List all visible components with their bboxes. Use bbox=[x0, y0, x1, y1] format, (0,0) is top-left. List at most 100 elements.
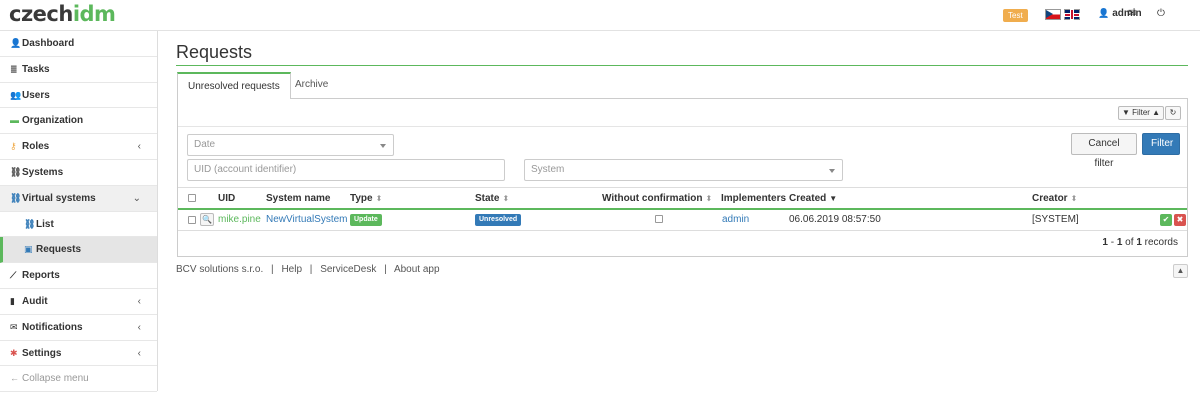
system-filter-placeholder: System bbox=[531, 164, 565, 175]
sort-icon: ⬍ bbox=[1070, 194, 1078, 203]
sort-icon: ⬍ bbox=[375, 194, 383, 203]
apply-filter-button[interactable]: Filter bbox=[1142, 133, 1180, 155]
column-header-type[interactable]: Type ⬍ bbox=[350, 193, 382, 204]
sort-icon: ⬍ bbox=[705, 194, 713, 203]
user-icon: 👤 bbox=[10, 38, 22, 48]
records-count: 1 - 1 of 1 records bbox=[1102, 237, 1178, 248]
filter-form: Date Cancel filter Filter UID (account i… bbox=[178, 127, 1187, 188]
uid-filter-placeholder: UID (account identifier) bbox=[194, 164, 297, 175]
envelope-icon[interactable]: ✉ bbox=[1128, 8, 1136, 19]
sidebar-item-label: Dashboard bbox=[22, 38, 75, 49]
caret-up-icon: ▲ bbox=[1152, 108, 1161, 117]
cog-icon: ✱ bbox=[10, 347, 18, 358]
sidebar-item-organization[interactable]: ▬ Organization bbox=[0, 108, 157, 135]
sidebar-item-label: Collapse menu bbox=[22, 373, 89, 385]
collapse-menu-button[interactable]: ← Collapse menu bbox=[0, 366, 157, 393]
scroll-to-top-button[interactable]: ▲ bbox=[1173, 264, 1188, 278]
sidebar-item-settings[interactable]: ✱ Settings ‹ bbox=[0, 341, 157, 367]
chevron-left-icon: ‹ bbox=[137, 141, 141, 153]
without-confirmation-checkbox bbox=[655, 215, 663, 223]
requests-panel: ▼ Filter ▲ ↻ Date Cancel filter Filter U… bbox=[177, 99, 1188, 257]
column-label: Type bbox=[350, 193, 373, 204]
realize-button[interactable]: ✔ bbox=[1160, 214, 1172, 226]
column-header-system-name: System name bbox=[266, 193, 330, 204]
row-detail-button[interactable]: 🔍 bbox=[200, 213, 214, 226]
title-divider bbox=[176, 65, 1188, 66]
sidebar-item-reports[interactable]: ⟋ Reports bbox=[0, 263, 157, 289]
bar-chart-icon: ▮ bbox=[10, 295, 15, 306]
filter-toggle-button[interactable]: ▼ Filter ▲ bbox=[1118, 106, 1165, 120]
sidebar-item-tasks[interactable]: ≣ Tasks bbox=[0, 57, 157, 83]
username-label: admin bbox=[1112, 8, 1142, 19]
records-of: of bbox=[1122, 237, 1137, 248]
row-uid[interactable]: mike.pine bbox=[218, 214, 261, 225]
select-all-checkbox[interactable] bbox=[188, 194, 196, 202]
footer-link-servicedesk[interactable]: ServiceDesk bbox=[320, 264, 376, 275]
system-filter-select[interactable]: System bbox=[524, 159, 843, 181]
czechidm-logo[interactable]: czechidm bbox=[9, 2, 116, 26]
czech-flag-icon[interactable] bbox=[1045, 9, 1061, 20]
footer-company: BCV solutions s.r.o. bbox=[176, 264, 264, 275]
sidebar-item-label: Audit bbox=[22, 295, 48, 307]
column-header-without-confirmation[interactable]: Without confirmation ⬍ bbox=[602, 193, 712, 204]
type-badge: Update bbox=[350, 214, 382, 226]
sidebar-item-roles[interactable]: ⚷ Roles ‹ bbox=[0, 134, 157, 160]
row-created: 06.06.2019 08:57:50 bbox=[789, 214, 881, 225]
requests-table: UID System name Type ⬍ State ⬍ Without con… bbox=[178, 188, 1187, 231]
column-header-creator[interactable]: Creator ⬍ bbox=[1032, 193, 1077, 204]
refresh-button[interactable]: ↻ bbox=[1165, 106, 1181, 120]
chevron-up-icon: ▲ bbox=[1176, 266, 1185, 275]
sidebar-item-list[interactable]: ⛓List bbox=[0, 212, 157, 238]
list-icon: ≣ bbox=[10, 63, 18, 74]
date-filter-placeholder: Date bbox=[194, 139, 216, 150]
cancel-request-button[interactable]: ✖ bbox=[1174, 214, 1186, 226]
caret-down-icon bbox=[829, 169, 835, 173]
table-header: UID System name Type ⬍ State ⬍ Without con… bbox=[178, 188, 1187, 210]
refresh-icon: ↻ bbox=[1169, 108, 1177, 117]
sidebar-item-audit[interactable]: ▮ Audit ‹ bbox=[0, 289, 157, 315]
tab-bar: Unresolved requests Archive bbox=[177, 72, 1188, 100]
sidebar-item-users[interactable]: 👥Users bbox=[0, 83, 157, 109]
footer-separator: | bbox=[384, 264, 387, 275]
column-header-state[interactable]: State ⬍ bbox=[475, 193, 509, 204]
uid-filter-input[interactable]: UID (account identifier) bbox=[187, 159, 505, 181]
search-icon: 🔍 bbox=[202, 215, 212, 224]
row-system-name[interactable]: NewVirtualSystem bbox=[266, 214, 348, 225]
row-checkbox[interactable] bbox=[188, 216, 196, 224]
column-header-created[interactable]: Created ▼ bbox=[789, 193, 837, 204]
top-header: czechidm Test 👤 admin ✉ ⏻ bbox=[0, 0, 1200, 31]
link-icon: ⛓ bbox=[24, 218, 36, 229]
power-icon[interactable]: ⏻ bbox=[1157, 8, 1165, 19]
chevron-left-icon: ‹ bbox=[137, 347, 141, 359]
close-icon: ✖ bbox=[1176, 215, 1184, 224]
row-implementers[interactable]: admin bbox=[722, 214, 749, 225]
sidebar-item-label: Systems bbox=[22, 166, 64, 178]
tab-unresolved-requests[interactable]: Unresolved requests bbox=[177, 72, 291, 100]
footer-link-help[interactable]: Help bbox=[281, 264, 302, 275]
cancel-filter-button[interactable]: Cancel filter bbox=[1071, 133, 1137, 169]
sidebar-item-label: Organization bbox=[22, 115, 84, 127]
sidebar-item-label: Reports bbox=[22, 270, 60, 282]
column-label: Without confirmation bbox=[602, 193, 703, 204]
sidebar-item-systems[interactable]: ⛓Systems bbox=[0, 160, 157, 186]
column-label: UID bbox=[218, 193, 236, 204]
footer: BCV solutions s.r.o. | Help | ServiceDes… bbox=[176, 264, 440, 275]
sidebar-item-notifications[interactable]: ✉ Notifications ‹ bbox=[0, 315, 157, 341]
records-suffix: records bbox=[1141, 237, 1178, 248]
english-flag-icon[interactable] bbox=[1064, 9, 1080, 20]
sidebar-item-dashboard[interactable]: 👤Dashboard bbox=[0, 31, 157, 57]
filter-toggle-label: Filter bbox=[1132, 108, 1150, 117]
environment-badge: Test bbox=[1003, 9, 1028, 22]
envelope-icon: ✉ bbox=[10, 321, 18, 332]
footer-link-about-app[interactable]: About app bbox=[394, 264, 440, 275]
column-label: State bbox=[475, 193, 500, 204]
sidebar-item-requests[interactable]: ▣ Requests bbox=[0, 237, 157, 264]
sort-desc-icon: ▼ bbox=[829, 194, 838, 203]
sidebar-item-virtual-systems[interactable]: ⛓Virtual systems ⌄ bbox=[0, 185, 157, 212]
sidebar-item-label: Roles bbox=[22, 141, 50, 153]
tab-archive[interactable]: Archive bbox=[285, 72, 338, 99]
state-badge: Unresolved bbox=[475, 214, 522, 226]
panel-toolbar: ▼ Filter ▲ ↻ bbox=[178, 99, 1187, 127]
date-filter-select[interactable]: Date bbox=[187, 134, 394, 156]
chevron-left-icon: ‹ bbox=[137, 295, 141, 307]
